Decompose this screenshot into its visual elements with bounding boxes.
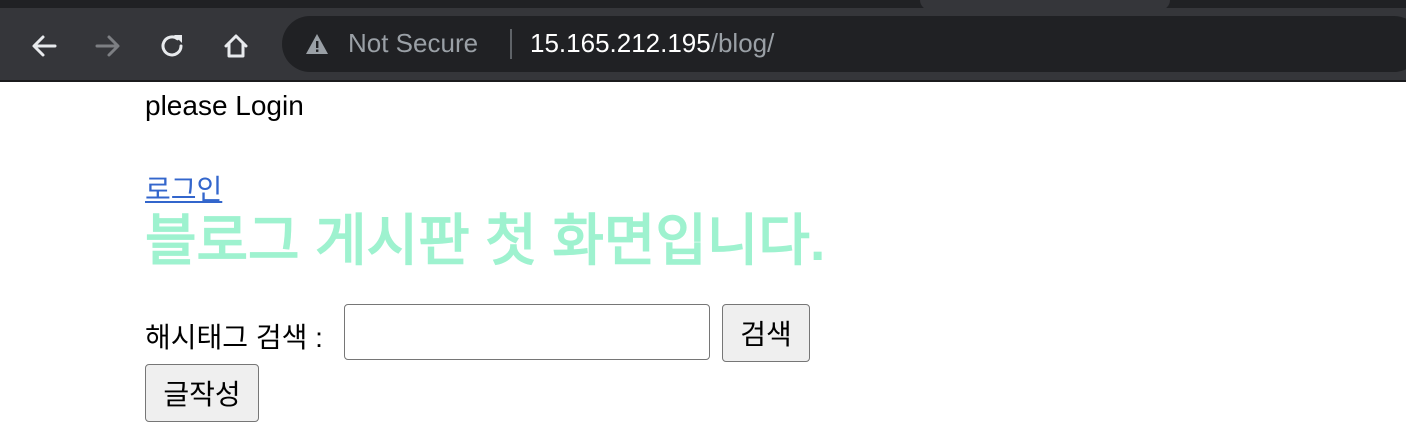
tab-strip <box>0 0 1406 8</box>
url-text[interactable]: 15.165.212.195/blog/ <box>530 28 774 59</box>
browser-toolbar: Not Secure 15.165.212.195/blog/ <box>0 12 1406 82</box>
hashtag-search-label: 해시태그 검색 : <box>145 322 323 353</box>
warning-triangle-icon[interactable] <box>304 32 330 56</box>
hashtag-search-input[interactable] <box>344 304 710 360</box>
login-link[interactable]: 로그인 <box>145 168 222 208</box>
write-post-button[interactable]: 글작성 <box>145 364 259 422</box>
search-button[interactable]: 검색 <box>722 304 810 362</box>
address-bar[interactable]: Not Secure 15.165.212.195/blog/ <box>282 16 1406 72</box>
login-message: please Login <box>145 90 304 121</box>
url-path: /blog/ <box>710 28 775 58</box>
address-divider <box>510 29 512 59</box>
active-tab[interactable] <box>920 0 1170 10</box>
forward-arrow-icon[interactable] <box>90 28 126 64</box>
home-icon[interactable] <box>218 28 254 64</box>
browser-chrome: Not Secure 15.165.212.195/blog/ <box>0 0 1406 82</box>
security-label[interactable]: Not Secure <box>348 28 478 59</box>
reload-icon[interactable] <box>154 28 190 64</box>
back-arrow-icon[interactable] <box>26 28 62 64</box>
url-host: 15.165.212.195 <box>530 28 711 58</box>
page-title: 블로그 게시판 첫 화면입니다. <box>145 209 826 272</box>
toolbar-divider <box>0 80 1406 82</box>
